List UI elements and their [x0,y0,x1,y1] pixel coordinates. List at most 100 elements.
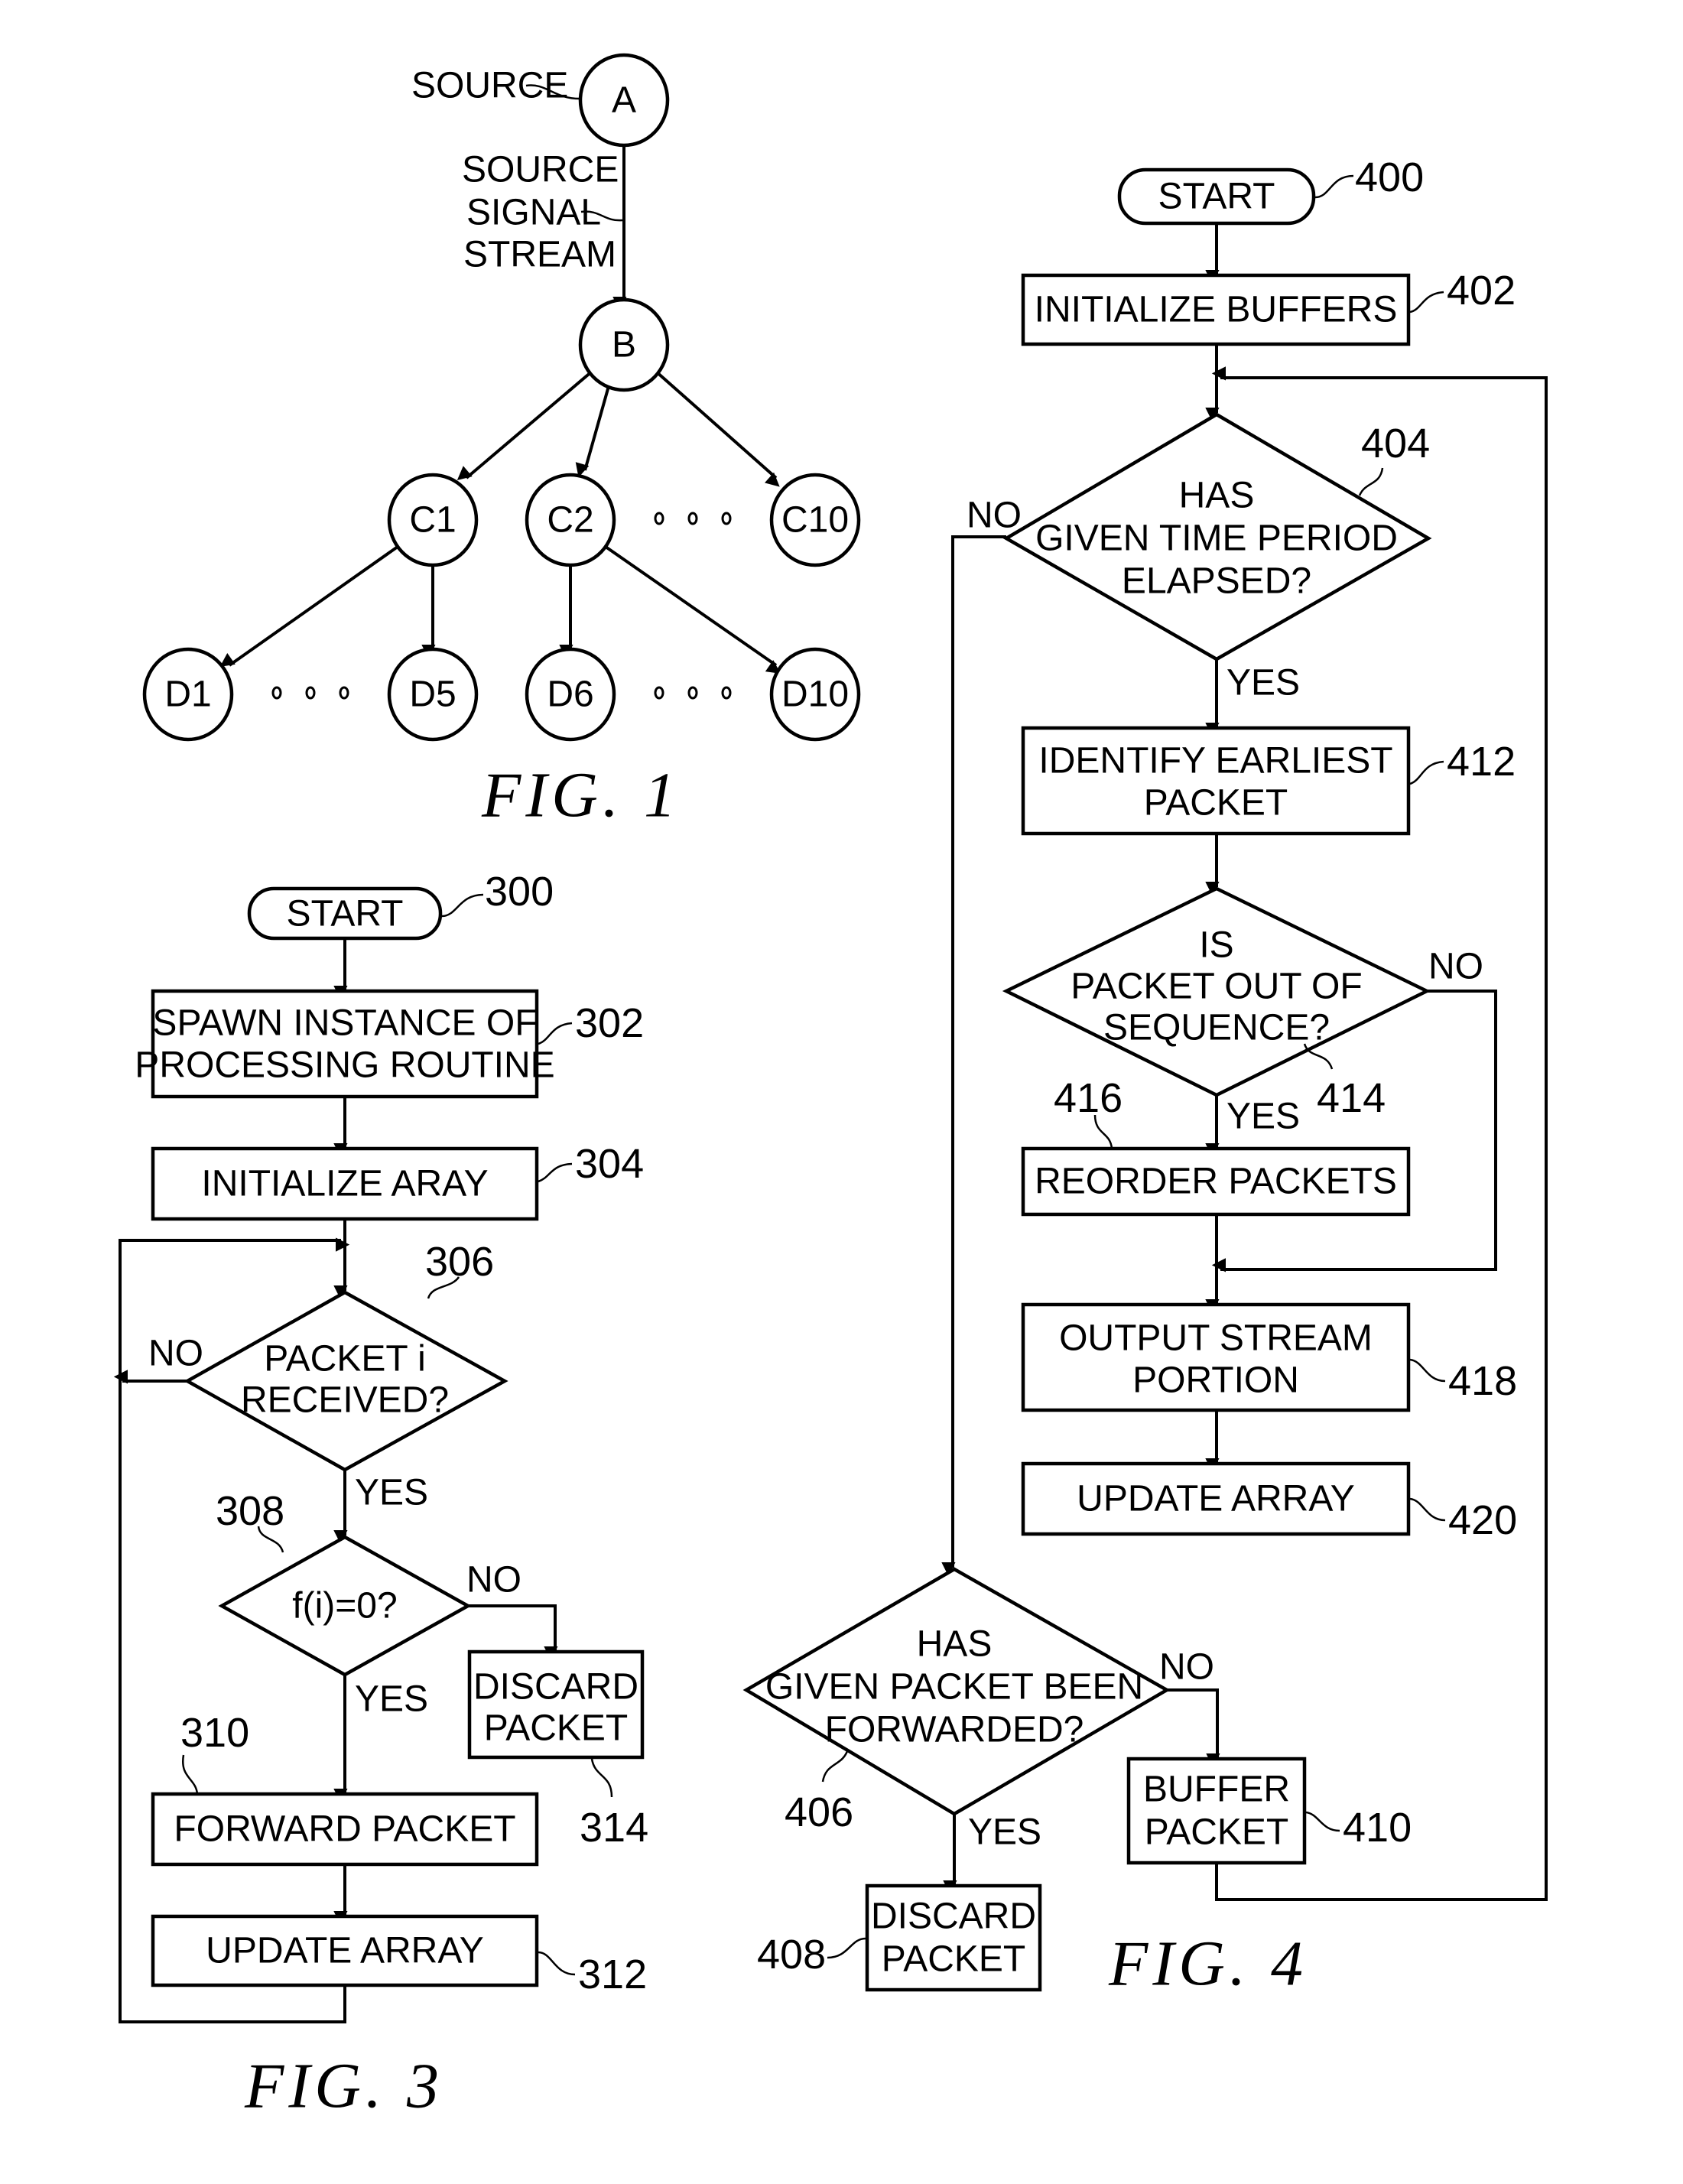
ref-408-leader [827,1937,866,1959]
node-d6: D6 [525,647,616,742]
ref-310: 310 [180,1710,249,1756]
node-d10: D10 [769,647,861,742]
fig4-step-412: IDENTIFY EARLIEST PACKET [1021,726,1411,836]
edge-b-c1 [456,369,594,480]
ref-314: 314 [580,1805,648,1851]
ref-400-leader [1314,174,1354,199]
fig4-step-408: DISCARD PACKET [865,1883,1042,1992]
ref-402: 402 [1447,268,1516,314]
stream-label-line-2: SIGNAL [466,193,601,233]
step-302-line-1: SPAWN INSTANCE OF [152,1003,537,1044]
step-416-label: REORDER PACKETS [1035,1162,1397,1202]
step-410-line-2: PACKET [1145,1812,1288,1853]
ref-302: 302 [575,1000,644,1046]
decision-414-line-3: SEQUENCE? [1103,1008,1330,1048]
decision-306-line-1: PACKET i [264,1339,426,1380]
step-312-label: UPDATE ARRAY [206,1931,484,1971]
node-d5-label: D5 [409,674,456,715]
fig4-step-420: UPDATE ARRAY [1021,1461,1411,1536]
step-314-line-1: DISCARD [473,1667,638,1708]
step-408-line-1: DISCARD [871,1896,1036,1937]
decision-414-no-label: NO [1428,947,1483,987]
ref-300-leader [441,893,484,918]
node-d6-label: D6 [547,674,593,715]
fig4-step-418: OUTPUT STREAM PORTION [1021,1302,1411,1412]
stream-label-line-3: STREAM [463,235,616,275]
fig4-start-terminal: START [1117,167,1316,226]
decision-404-line-3: ELAPSED? [1122,561,1311,602]
ref-302-leader [538,1022,573,1045]
fig4-caption: FIG. 4 [1108,1929,1308,2000]
ref-402-leader [1409,291,1444,314]
decision-308-no-label: NO [466,1560,521,1601]
ref-414: 414 [1317,1075,1386,1121]
fig3-start-label: START [287,894,404,934]
fig4-decision-414: IS PACKET OUT OF SEQUENCE? [1002,886,1431,1097]
ref-306: 306 [425,1239,494,1285]
ref-412-leader [1409,760,1444,785]
fig3-step-310: FORWARD PACKET [151,1792,539,1867]
ref-304-leader [538,1162,573,1183]
decision-406-no-label: NO [1159,1647,1214,1688]
ref-408: 408 [757,1932,826,1978]
ref-418-leader [1409,1358,1446,1383]
ref-416: 416 [1054,1075,1123,1121]
node-c10: C10 [769,473,861,567]
patent-figure-sheet: A B C1 C2 C10 D1 D5 D6 D10 SOURCE SOURCE… [113,53,1548,2122]
ellipsis-d6-d10 [654,686,732,700]
decision-414-line-1: IS [1199,925,1233,966]
edge-b-c2 [575,385,610,478]
fig4-step-410: BUFFER PACKET [1126,1757,1307,1865]
fig3-start-terminal: START [247,886,443,941]
step-302-line-2: PROCESSING ROUTINE [135,1045,554,1086]
ref-410-leader [1305,1811,1340,1832]
ref-404-leader [1358,467,1384,496]
decision-404-no-label: NO [967,496,1022,536]
ref-420: 420 [1448,1497,1517,1543]
ref-418: 418 [1448,1358,1517,1404]
node-c2-label: C2 [547,500,593,541]
decision-306-yes-label: YES [355,1473,428,1513]
decision-306-line-2: RECEIVED? [241,1380,449,1421]
node-c10-label: C10 [781,500,849,541]
ref-400: 400 [1355,154,1424,200]
ref-410: 410 [1343,1805,1412,1851]
decision-406-line-3: FORWARDED? [825,1710,1084,1750]
fig3-decision-308: f(i)=0? [218,1535,472,1677]
step-314-line-2: PACKET [484,1708,628,1749]
node-b-label: B [612,325,636,366]
fig1-caption: FIG. 1 [481,760,681,831]
decision-404-line-1: HAS [1179,476,1255,516]
edge-c2-d10 [604,545,781,674]
fig4-start-label: START [1158,177,1275,217]
decision-308-label: f(i)=0? [292,1586,397,1627]
node-d5: D5 [387,647,479,742]
ref-300: 300 [485,869,554,915]
step-402-label: INITIALIZE BUFFERS [1035,290,1398,330]
fig4-flowchart: START 400 INITIALIZE BUFFERS 402 HAS GIV… [742,154,1548,2000]
fig3-caption: FIG. 3 [244,2051,443,2122]
step-410-line-1: BUFFER [1143,1770,1290,1810]
source-label: SOURCE [411,66,568,106]
decision-406-yes-label: YES [968,1812,1041,1853]
node-c2: C2 [525,473,616,567]
arrow-308-no [468,1604,558,1661]
fig1-tree-diagram: A B C1 C2 C10 D1 D5 D6 D10 SOURCE SOURCE… [142,53,861,831]
ref-412: 412 [1447,739,1516,785]
decision-414-line-2: PACKET OUT OF [1071,967,1362,1007]
step-412-line-1: IDENTIFY EARLIEST [1038,741,1392,782]
fig3-step-314: DISCARD PACKET [467,1649,645,1760]
ref-312: 312 [578,1952,647,1997]
decision-306-no-label: NO [148,1334,203,1374]
ellipsis-c-row [654,512,732,525]
fig4-step-416: REORDER PACKETS [1021,1146,1411,1217]
decision-404-yes-label: YES [1227,663,1300,704]
step-304-label: INITIALIZE ARAY [201,1164,488,1204]
step-418-line-2: PORTION [1132,1360,1299,1401]
step-408-line-2: PACKET [882,1939,1025,1980]
fig3-step-304: INITIALIZE ARAY [151,1146,539,1221]
fig3-flowchart: START 300 SPAWN INSTANCE OF PROCESSING R… [113,869,648,2122]
edge-b-c10 [654,369,780,487]
step-420-label: UPDATE ARRAY [1077,1479,1355,1519]
stream-label-line-1: SOURCE [462,150,619,190]
